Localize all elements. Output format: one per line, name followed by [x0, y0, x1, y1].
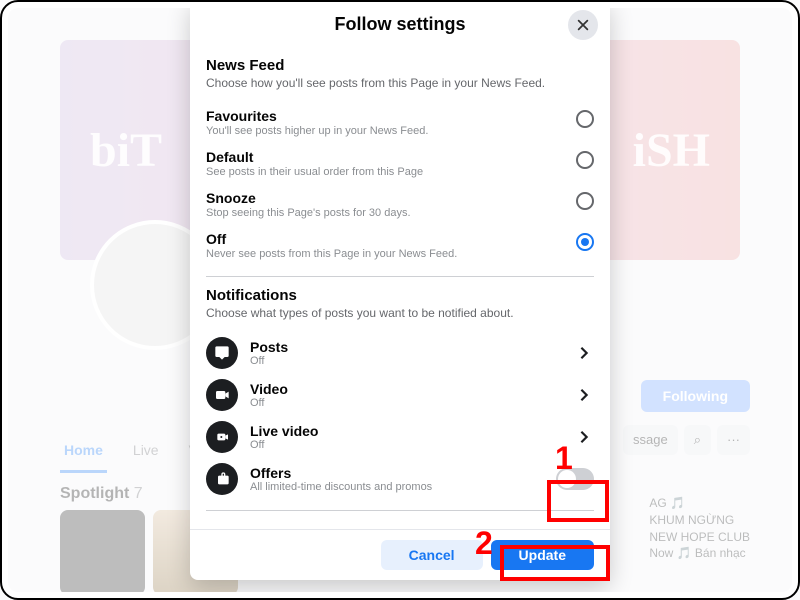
- offers-toggle[interactable]: [556, 468, 594, 490]
- option-label: Default: [206, 149, 566, 165]
- news-feed-subtitle: Choose how you'll see posts from this Pa…: [206, 76, 594, 90]
- offers-icon: [206, 463, 238, 495]
- option-default[interactable]: Default See posts in their usual order f…: [206, 143, 594, 184]
- notif-posts[interactable]: Posts Off: [206, 332, 594, 374]
- notifications-title: Notifications: [206, 287, 594, 304]
- chevron-right-icon: [574, 343, 594, 363]
- notif-label: Posts: [250, 339, 562, 355]
- notif-status: Off: [250, 355, 562, 367]
- option-label: Off: [206, 231, 566, 247]
- speech-icon: [206, 337, 238, 369]
- option-snooze[interactable]: Snooze Stop seeing this Page's posts for…: [206, 184, 594, 225]
- notif-video[interactable]: Video Off: [206, 374, 594, 416]
- video-icon: [206, 379, 238, 411]
- unfollow-row: Unfollow this Page Stop receiving all up…: [206, 521, 594, 529]
- notif-offers[interactable]: Offers All limited-time discounts and pr…: [206, 458, 594, 500]
- option-off[interactable]: Off Never see posts from this Page in yo…: [206, 225, 594, 266]
- option-label: Snooze: [206, 190, 566, 206]
- radio-snooze[interactable]: [576, 192, 594, 210]
- modal-title: Follow settings: [334, 14, 465, 35]
- option-favourites[interactable]: Favourites You'll see posts higher up in…: [206, 102, 594, 143]
- option-desc: You'll see posts higher up in your News …: [206, 125, 566, 137]
- notif-label: Video: [250, 381, 562, 397]
- notif-live[interactable]: Live video Off: [206, 416, 594, 458]
- chevron-right-icon: [574, 427, 594, 447]
- radio-off[interactable]: [576, 233, 594, 251]
- option-desc: Never see posts from this Page in your N…: [206, 248, 566, 260]
- follow-settings-modal: Follow settings News Feed Choose how you…: [190, 0, 610, 580]
- option-desc: See posts in their usual order from this…: [206, 166, 566, 178]
- close-icon: [576, 18, 590, 32]
- option-label: Favourites: [206, 108, 566, 124]
- option-desc: Stop seeing this Page's posts for 30 day…: [206, 207, 566, 219]
- notif-status: All limited-time discounts and promos: [250, 481, 544, 493]
- notif-status: Off: [250, 397, 562, 409]
- cancel-button[interactable]: Cancel: [381, 540, 483, 570]
- divider: [206, 276, 594, 277]
- radio-default[interactable]: [576, 151, 594, 169]
- news-feed-title: News Feed: [206, 57, 594, 74]
- divider: [206, 510, 594, 511]
- notifications-subtitle: Choose what types of posts you want to b…: [206, 306, 594, 320]
- notif-status: Off: [250, 439, 562, 451]
- live-icon: [206, 421, 238, 453]
- radio-favourites[interactable]: [576, 110, 594, 128]
- notif-label: Offers: [250, 465, 544, 481]
- notif-label: Live video: [250, 423, 562, 439]
- chevron-right-icon: [574, 385, 594, 405]
- update-button[interactable]: Update: [491, 540, 594, 570]
- close-button[interactable]: [568, 10, 598, 40]
